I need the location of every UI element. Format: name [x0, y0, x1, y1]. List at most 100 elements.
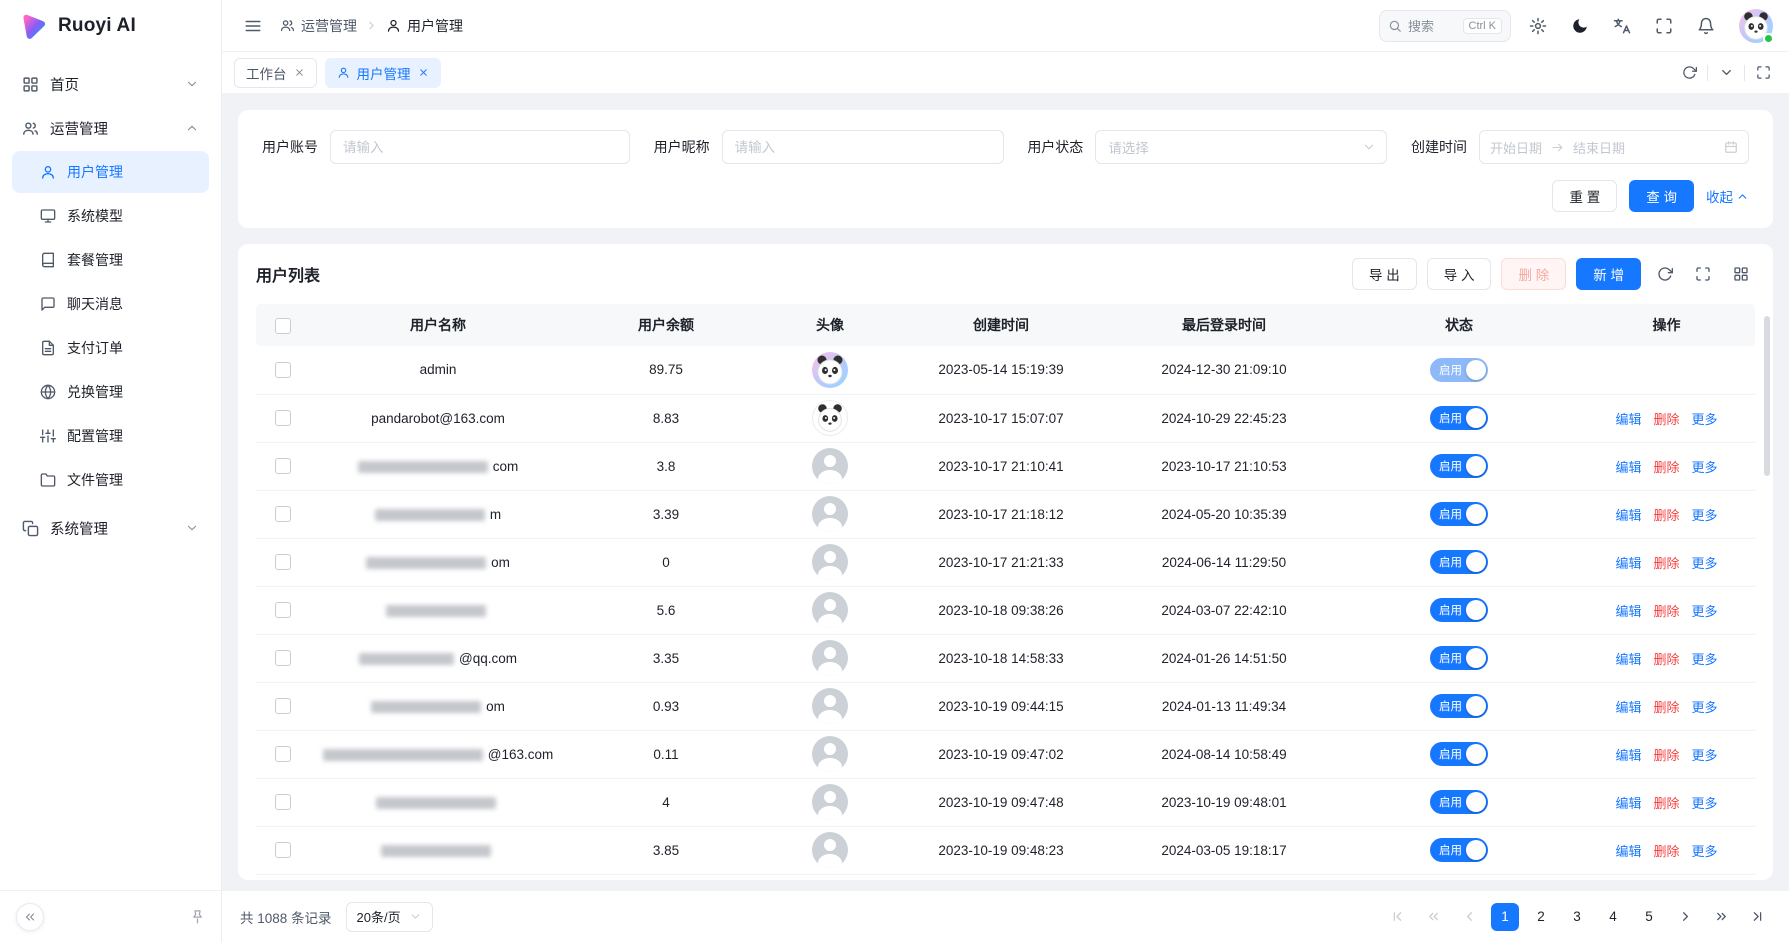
sidebar-group-system-management[interactable]: 系统管理: [12, 506, 209, 550]
row-action-delete[interactable]: 删除: [1653, 796, 1679, 811]
row-action-edit[interactable]: 编辑: [1615, 508, 1641, 523]
row-action-more[interactable]: 更多: [1692, 652, 1718, 667]
sidebar-group-operations[interactable]: 运营管理: [12, 106, 209, 150]
row-action-more[interactable]: 更多: [1692, 748, 1718, 763]
collapse-filters-button[interactable]: 收起: [1706, 186, 1749, 206]
pagination-next-button[interactable]: [1671, 903, 1699, 931]
row-action-delete[interactable]: 删除: [1653, 556, 1679, 571]
sidebar-pin-button[interactable]: [190, 909, 205, 924]
row-action-more[interactable]: 更多: [1692, 796, 1718, 811]
pagination-jump-forward-button[interactable]: [1707, 903, 1735, 931]
row-action-more[interactable]: 更多: [1692, 700, 1718, 715]
row-action-delete[interactable]: 删除: [1653, 412, 1679, 427]
row-action-edit[interactable]: 编辑: [1615, 796, 1641, 811]
row-checkbox[interactable]: [275, 506, 291, 522]
row-action-delete[interactable]: 删除: [1653, 508, 1679, 523]
refresh-tab-button[interactable]: [1675, 59, 1703, 87]
sidebar-group-home[interactable]: 首页: [12, 62, 209, 106]
row-action-edit[interactable]: 编辑: [1615, 748, 1641, 763]
row-checkbox[interactable]: [275, 602, 291, 618]
pagination-page-3[interactable]: 3: [1563, 903, 1591, 931]
fullscreen-button[interactable]: [1649, 11, 1679, 41]
add-button[interactable]: 新 增: [1576, 258, 1641, 290]
scrollbar-thumb[interactable]: [1764, 316, 1770, 476]
column-settings-button[interactable]: [1727, 260, 1755, 288]
status-toggle[interactable]: 启用: [1430, 694, 1488, 718]
row-action-edit[interactable]: 编辑: [1615, 700, 1641, 715]
dark-mode-button[interactable]: [1565, 11, 1595, 41]
status-toggle[interactable]: 启用: [1430, 598, 1488, 622]
row-action-edit[interactable]: 编辑: [1615, 652, 1641, 667]
status-toggle[interactable]: 启用: [1430, 790, 1488, 814]
sidebar-item-package-management[interactable]: 套餐管理: [12, 239, 209, 281]
row-action-more[interactable]: 更多: [1692, 556, 1718, 571]
sidebar-item-user-management[interactable]: 用户管理: [12, 151, 209, 193]
row-action-delete[interactable]: 删除: [1653, 652, 1679, 667]
breadcrumb-operations[interactable]: 运营管理: [280, 16, 357, 36]
status-toggle[interactable]: 启用: [1430, 742, 1488, 766]
pagination-page-4[interactable]: 4: [1599, 903, 1627, 931]
row-checkbox[interactable]: [275, 842, 291, 858]
row-action-edit[interactable]: 编辑: [1615, 412, 1641, 427]
row-action-delete[interactable]: 删除: [1653, 844, 1679, 859]
breadcrumb-user-management[interactable]: 用户管理: [386, 16, 463, 36]
table-refresh-button[interactable]: [1651, 260, 1679, 288]
status-select[interactable]: 请选择: [1095, 130, 1387, 164]
status-toggle[interactable]: 启用: [1430, 838, 1488, 862]
tab-close-icon[interactable]: [418, 67, 429, 78]
page-size-select[interactable]: 20条/页: [346, 902, 433, 932]
status-toggle[interactable]: 启用: [1430, 454, 1488, 478]
sidebar-item-file-management[interactable]: 文件管理: [12, 459, 209, 501]
sidebar-item-exchange-management[interactable]: 兑换管理: [12, 371, 209, 413]
pagination-last-button[interactable]: [1743, 903, 1771, 931]
pagination-first-button[interactable]: [1383, 903, 1411, 931]
row-action-delete[interactable]: 删除: [1653, 748, 1679, 763]
language-button[interactable]: [1607, 11, 1637, 41]
brand-row[interactable]: Ruoyi AI: [0, 0, 221, 52]
account-input[interactable]: [330, 130, 630, 164]
select-all-checkbox[interactable]: [275, 318, 291, 334]
row-checkbox[interactable]: [275, 458, 291, 474]
query-button[interactable]: 查 询: [1629, 180, 1694, 212]
tab-close-icon[interactable]: [294, 67, 305, 78]
reset-button[interactable]: 重 置: [1552, 180, 1617, 212]
pagination-page-1[interactable]: 1: [1491, 903, 1519, 931]
export-button[interactable]: 导 出: [1352, 258, 1417, 290]
pagination-page-2[interactable]: 2: [1527, 903, 1555, 931]
row-action-delete[interactable]: 删除: [1653, 460, 1679, 475]
row-action-delete[interactable]: 删除: [1653, 604, 1679, 619]
pagination-page-5[interactable]: 5: [1635, 903, 1663, 931]
tab-user-management[interactable]: 用户管理: [325, 58, 441, 88]
row-action-more[interactable]: 更多: [1692, 460, 1718, 475]
table-fullscreen-button[interactable]: [1689, 260, 1717, 288]
row-checkbox[interactable]: [275, 794, 291, 810]
row-action-delete[interactable]: 删除: [1653, 700, 1679, 715]
sidebar-item-config-management[interactable]: 配置管理: [12, 415, 209, 457]
sidebar-item-payment-orders[interactable]: 支付订单: [12, 327, 209, 369]
status-toggle[interactable]: 启用: [1430, 646, 1488, 670]
settings-button[interactable]: [1523, 11, 1553, 41]
nickname-input[interactable]: [722, 130, 1004, 164]
notifications-button[interactable]: [1691, 11, 1721, 41]
row-action-edit[interactable]: 编辑: [1615, 460, 1641, 475]
import-button[interactable]: 导 入: [1427, 258, 1492, 290]
row-checkbox[interactable]: [275, 698, 291, 714]
status-toggle[interactable]: 启用: [1430, 502, 1488, 526]
row-checkbox[interactable]: [275, 410, 291, 426]
row-action-more[interactable]: 更多: [1692, 508, 1718, 523]
hamburger-menu-button[interactable]: [238, 11, 268, 41]
pagination-prev-button[interactable]: [1455, 903, 1483, 931]
status-toggle[interactable]: 启用: [1430, 358, 1488, 382]
row-action-more[interactable]: 更多: [1692, 604, 1718, 619]
global-search-input[interactable]: 搜索 Ctrl K: [1379, 10, 1511, 42]
status-toggle[interactable]: 启用: [1430, 550, 1488, 574]
row-action-edit[interactable]: 编辑: [1615, 556, 1641, 571]
content-fullscreen-button[interactable]: [1749, 59, 1777, 87]
status-toggle[interactable]: 启用: [1430, 406, 1488, 430]
row-checkbox[interactable]: [275, 362, 291, 378]
pagination-jump-back-button[interactable]: [1419, 903, 1447, 931]
row-checkbox[interactable]: [275, 650, 291, 666]
tab-workbench[interactable]: 工作台: [234, 58, 317, 88]
row-action-more[interactable]: 更多: [1692, 412, 1718, 427]
sidebar-item-system-model[interactable]: 系统模型: [12, 195, 209, 237]
